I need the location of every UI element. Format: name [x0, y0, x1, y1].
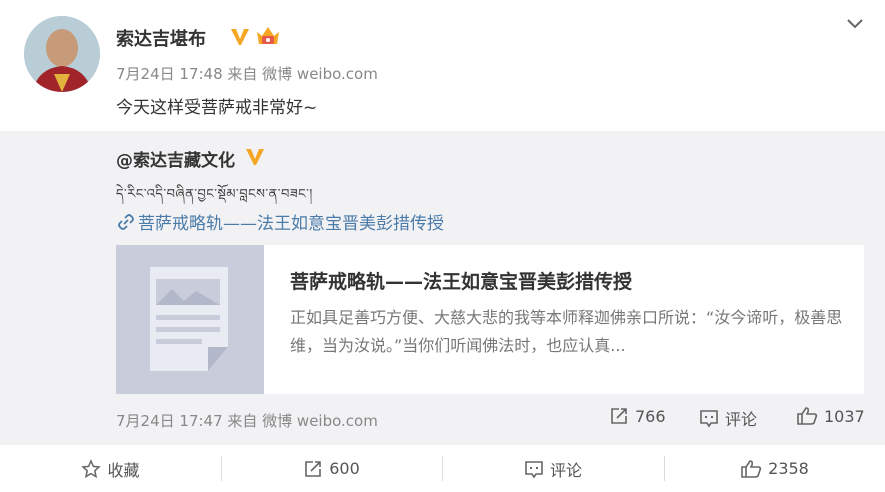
- repost-block[interactable]: @索达吉藏文化 དེ་རིང་འདི་བཞིན་བྱང་སྡོམ་བླངས་ན་…: [0, 131, 885, 445]
- article-card[interactable]: 菩萨戒略轨——法王如意宝晋美彭措传授 正如具足善巧方便、大慈大悲的我等本师释迦佛…: [116, 245, 864, 394]
- favorite-button[interactable]: 收藏: [0, 445, 221, 492]
- link-icon: [118, 213, 134, 230]
- verified-icon: [244, 145, 266, 167]
- repost-author[interactable]: @索达吉藏文化: [116, 146, 235, 171]
- post-text: 今天这样受菩萨戒非常好~: [116, 98, 318, 118]
- vip-crown-icon[interactable]: [254, 24, 282, 48]
- article-card-title[interactable]: 菩萨戒略轨——法王如意宝晋美彭措传授: [290, 267, 632, 294]
- repost-comment-button[interactable]: 评论: [699, 406, 757, 430]
- repost-like-count: 1037: [824, 406, 865, 426]
- repost-count: 600: [329, 459, 360, 478]
- article-thumbnail: [116, 245, 264, 394]
- repost-share-button[interactable]: 766: [609, 406, 666, 426]
- chevron-down-icon[interactable]: [843, 14, 867, 34]
- repost-button[interactable]: 600: [221, 445, 442, 492]
- avatar[interactable]: [24, 16, 100, 92]
- comment-button[interactable]: 评论: [442, 445, 664, 492]
- comment-icon: [524, 459, 544, 479]
- like-button[interactable]: 2358: [664, 445, 885, 492]
- article-link-text[interactable]: 菩萨戒略轨——法王如意宝晋美彭措传授: [138, 209, 444, 234]
- share-icon: [609, 406, 629, 426]
- favorite-label: 收藏: [107, 460, 140, 480]
- star-icon: [81, 458, 102, 479]
- comment-icon: [699, 408, 719, 428]
- post-meta: 7月24日 17:48 来自 微博 weibo.com: [116, 65, 378, 83]
- article-link[interactable]: 菩萨戒略轨——法王如意宝晋美彭措传授: [118, 209, 444, 234]
- action-bar: 收藏 600 评论 2358: [0, 445, 885, 492]
- like-count: 2358: [768, 459, 809, 478]
- thumbs-up-icon: [740, 459, 762, 479]
- article-card-desc: 正如具足善巧方便、大慈大悲的我等本师释迦佛亲口所说：“汝今谛听，极善思维，当为汝…: [290, 308, 843, 355]
- weibo-post: 索达吉堪布 7月24日 17:48 来自 微博 weibo.com 今天这样受菩…: [0, 0, 885, 492]
- share-icon: [303, 459, 323, 479]
- repost-meta: 7月24日 17:47 来自 微博 weibo.com: [116, 412, 378, 430]
- verified-icon: [229, 25, 251, 47]
- repost-share-count: 766: [635, 406, 666, 426]
- comment-label: 评论: [549, 460, 582, 480]
- thumbs-up-icon: [796, 406, 818, 426]
- author-name[interactable]: 索达吉堪布: [116, 25, 206, 51]
- repost-comment-label: 评论: [725, 410, 758, 429]
- repost-like-button[interactable]: 1037: [796, 406, 865, 426]
